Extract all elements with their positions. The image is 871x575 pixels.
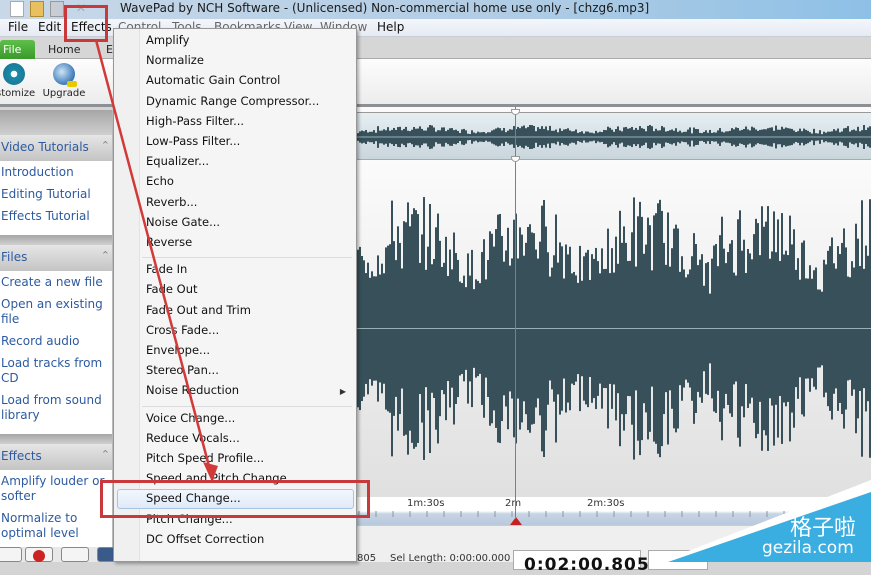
arrow-line — [94, 39, 212, 471]
arrow-head-icon — [203, 462, 218, 482]
watermark-text-url: gezila.com — [762, 538, 854, 558]
annotation-arrow — [94, 39, 218, 482]
